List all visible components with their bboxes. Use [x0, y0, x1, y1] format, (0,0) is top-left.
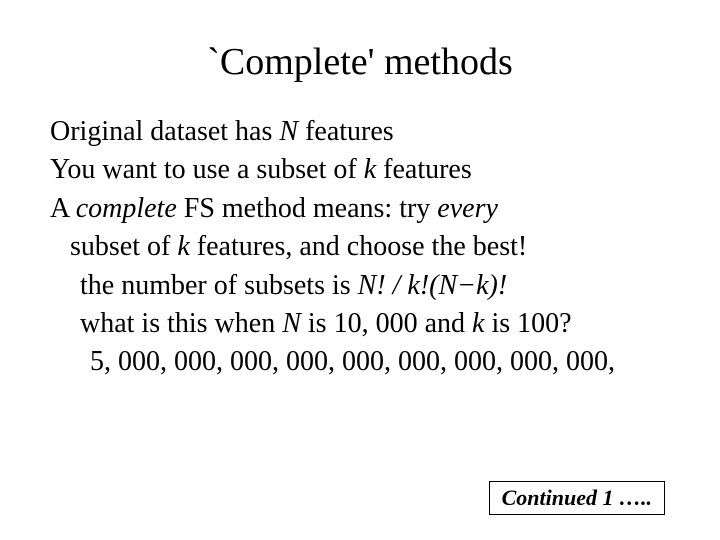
text: what is this when: [80, 308, 282, 339]
line-1: Original dataset has N features: [50, 114, 670, 150]
var-n: N: [282, 308, 301, 339]
var-k: k: [177, 231, 189, 262]
slide-body: Original dataset has N features You want…: [50, 114, 670, 381]
text: FS method means: try: [177, 193, 438, 224]
text: subset of: [70, 231, 177, 262]
word-every: every: [437, 193, 498, 224]
text: Original dataset has: [50, 116, 279, 147]
line-4: subset of k features, and choose the bes…: [50, 229, 670, 265]
line-2: You want to use a subset of k features: [50, 152, 670, 188]
line-3: A complete FS method means: try every: [50, 191, 670, 227]
continued-box: Continued 1 …..: [489, 481, 665, 515]
var-n: N: [279, 116, 298, 147]
text: features: [298, 116, 394, 147]
text: A: [50, 193, 76, 224]
var-k: k: [364, 154, 376, 185]
text: You want to use a subset of: [50, 154, 364, 185]
word-complete: complete: [76, 193, 177, 224]
line-5: the number of subsets is N! / k!(N−k)!: [50, 268, 670, 304]
slide-title: `Complete' methods: [50, 40, 670, 84]
var-k: k: [472, 308, 484, 339]
text: is 100?: [484, 308, 571, 339]
text: the number of subsets is: [80, 270, 358, 301]
line-6: what is this when N is 10, 000 and k is …: [50, 306, 670, 342]
text: is 10, 000 and: [301, 308, 472, 339]
text: features: [376, 154, 472, 185]
slide-container: `Complete' methods Original dataset has …: [0, 0, 720, 540]
text: features, and choose the best!: [190, 231, 527, 262]
formula: N! / k!(N−k)!: [358, 270, 508, 301]
line-7: 5, 000, 000, 000, 000, 000, 000, 000, 00…: [50, 344, 670, 380]
